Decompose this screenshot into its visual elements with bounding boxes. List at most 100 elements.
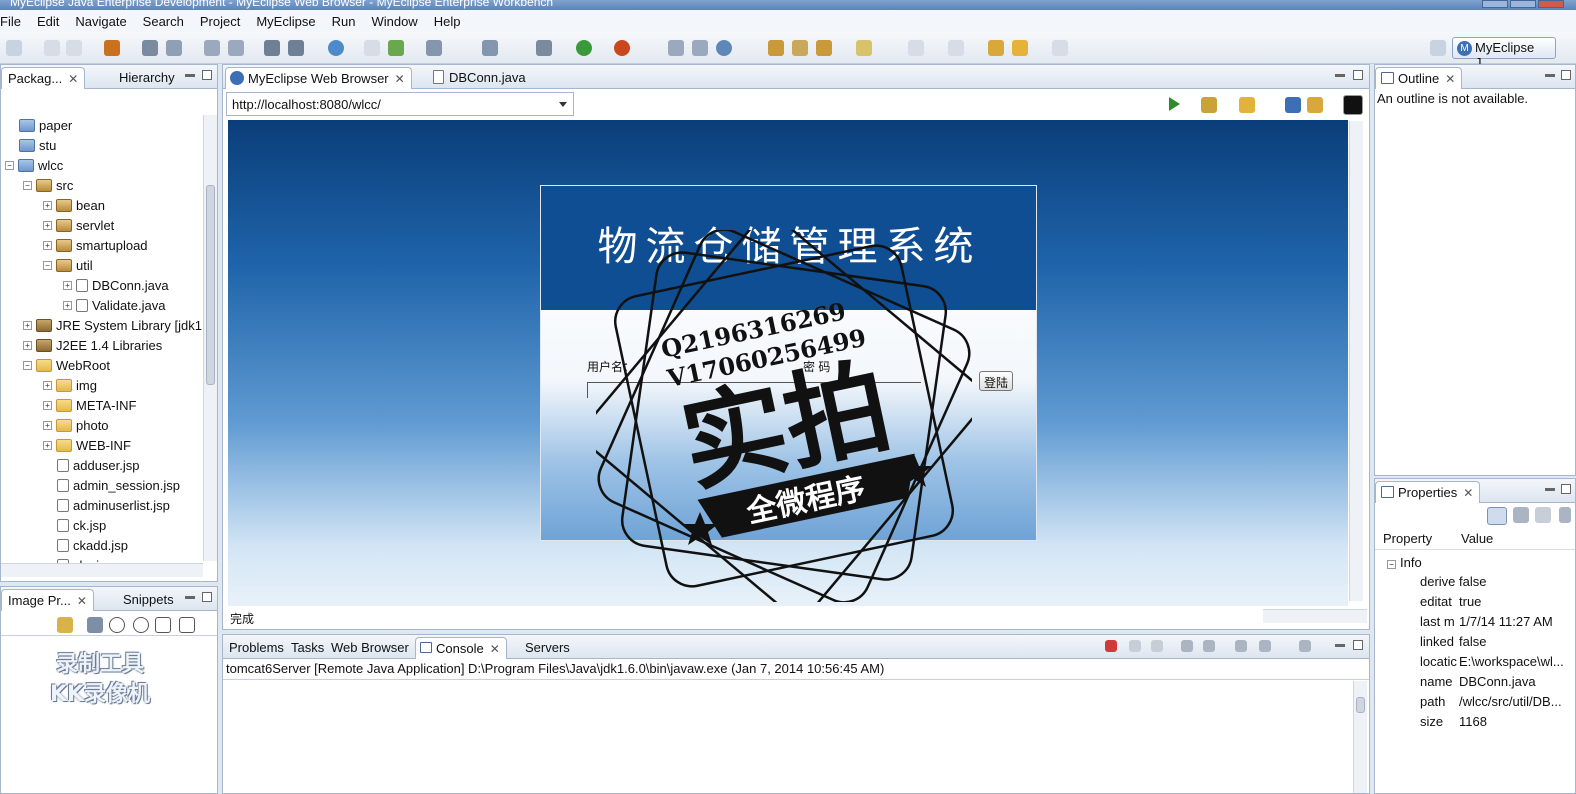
- tree-item-adduser[interactable]: adduser.jsp: [57, 455, 140, 475]
- tree-item-smartupload[interactable]: + smartupload: [43, 235, 148, 255]
- expand-icon[interactable]: +: [43, 440, 52, 450]
- menu-project[interactable]: Project: [192, 14, 248, 29]
- show-advanced-icon[interactable]: [1513, 507, 1529, 523]
- view-menu-icon[interactable]: [1559, 507, 1571, 523]
- close-icon[interactable]: ✕: [77, 594, 87, 608]
- expand-icon[interactable]: +: [23, 320, 32, 330]
- maximize-icon[interactable]: [202, 592, 212, 602]
- expand-icon[interactable]: +: [43, 400, 52, 410]
- tree-item-paper[interactable]: paper: [19, 115, 72, 135]
- tree-item-admin-session[interactable]: admin_session.jsp: [57, 475, 180, 495]
- tree-item-web-inf[interactable]: + WEB-INF: [43, 435, 131, 455]
- tree-item-ckadd[interactable]: ckadd.jsp: [57, 535, 128, 555]
- background-color-icon[interactable]: [1343, 95, 1363, 115]
- tab-web-browser[interactable]: MyEclipse Web Browser ✕: [225, 67, 412, 89]
- tab-problems[interactable]: Problems: [223, 637, 290, 659]
- expand-icon[interactable]: +: [43, 380, 52, 390]
- tree-item-util[interactable]: − util: [43, 255, 93, 275]
- hierarchy-icon[interactable]: [482, 40, 498, 56]
- property-row[interactable]: derive false: [1420, 574, 1566, 589]
- property-row[interactable]: linked false: [1420, 634, 1566, 649]
- refresh-icon[interactable]: [388, 40, 404, 56]
- property-row[interactable]: last m 1/7/14 11:27 AM: [1420, 614, 1566, 629]
- show-categories-icon[interactable]: [1487, 507, 1507, 525]
- expand-icon[interactable]: +: [43, 240, 52, 250]
- property-row[interactable]: path/wlcc/src/util/DB...: [1420, 694, 1566, 709]
- perspective-button[interactable]: M MyEclipse J...: [1452, 37, 1556, 70]
- external-tools-icon[interactable]: [614, 40, 630, 56]
- collapse-icon[interactable]: −: [5, 160, 14, 170]
- menu-window[interactable]: Window: [363, 14, 425, 29]
- maximize-icon[interactable]: [1353, 70, 1363, 80]
- minimize-icon[interactable]: [1545, 488, 1555, 491]
- annotation-icon[interactable]: [856, 40, 872, 56]
- browser-vertical-scrollbar[interactable]: [1349, 121, 1363, 601]
- actual-size-icon[interactable]: [155, 617, 171, 633]
- menu-myeclipse[interactable]: MyEclipse: [248, 14, 323, 29]
- close-icon[interactable]: ✕: [395, 72, 405, 86]
- collapse-icon[interactable]: −: [23, 180, 32, 190]
- debug-icon[interactable]: [536, 40, 552, 56]
- minimize-icon[interactable]: [1545, 74, 1555, 77]
- save-icon[interactable]: [44, 40, 60, 56]
- print-icon[interactable]: [66, 40, 82, 56]
- database-icon[interactable]: [426, 40, 442, 56]
- tree-item-dbconn[interactable]: + DBConn.java: [63, 275, 169, 295]
- server-config-icon[interactable]: [228, 40, 244, 56]
- refresh-icon[interactable]: [1307, 97, 1323, 113]
- tab-image-preview[interactable]: Image Pr... ✕: [1, 589, 94, 611]
- property-column-header[interactable]: Property: [1383, 531, 1432, 546]
- tree-item-photo[interactable]: + photo: [43, 415, 109, 435]
- minimize-icon[interactable]: [1335, 74, 1345, 77]
- browser-horizontal-scrollbar[interactable]: [1263, 609, 1367, 623]
- scroll-lock-icon[interactable]: [1203, 640, 1215, 652]
- property-row[interactable]: locatic E:\workspace\wl...: [1420, 654, 1566, 669]
- maximize-icon[interactable]: [202, 70, 212, 80]
- open-type-icon[interactable]: [716, 40, 732, 56]
- maximize-icon[interactable]: [1561, 484, 1571, 494]
- close-icon[interactable]: ✕: [490, 642, 500, 656]
- close-icon[interactable]: ✕: [68, 72, 78, 86]
- close-icon[interactable]: ✕: [1445, 72, 1455, 86]
- open-perspective-toolbar-icon[interactable]: [1430, 40, 1446, 56]
- tree-item-adminuserlist[interactable]: adminuserlist.jsp: [57, 495, 170, 515]
- open-console-icon[interactable]: [1299, 640, 1311, 652]
- scroll-thumb[interactable]: [1356, 697, 1365, 713]
- expand-icon[interactable]: +: [63, 300, 72, 310]
- run-icon[interactable]: [576, 40, 592, 56]
- tab-hierarchy[interactable]: Hierarchy: [113, 67, 181, 89]
- pen-icon[interactable]: [792, 40, 808, 56]
- collapse-icon[interactable]: −: [1387, 560, 1396, 569]
- property-row[interactable]: editat true: [1420, 594, 1566, 609]
- console-vertical-scrollbar[interactable]: [1353, 681, 1367, 793]
- chevron-down-icon[interactable]: [559, 102, 567, 107]
- info-group[interactable]: − Info: [1387, 555, 1422, 570]
- tab-outline[interactable]: Outline ✕: [1375, 67, 1463, 89]
- url-field[interactable]: http://localhost:8080/wlcc/: [226, 92, 574, 116]
- tab-console[interactable]: Console ✕: [415, 637, 507, 659]
- menu-search[interactable]: Search: [135, 14, 192, 29]
- settings-icon[interactable]: [1201, 97, 1217, 113]
- tree-item-stu[interactable]: stu: [19, 135, 56, 155]
- back-icon[interactable]: [1239, 97, 1255, 113]
- minimize-icon[interactable]: [185, 74, 195, 77]
- expand-icon[interactable]: +: [43, 420, 52, 430]
- tree-item-src[interactable]: − src: [23, 175, 73, 195]
- tab-package-explorer[interactable]: Packag... ✕: [1, 67, 86, 89]
- clear-console-icon[interactable]: [1181, 640, 1193, 652]
- tree-item-webroot[interactable]: − WebRoot: [23, 355, 110, 375]
- tree-item-servlet[interactable]: + servlet: [43, 215, 114, 235]
- scroll-thumb[interactable]: [206, 185, 215, 385]
- maximize-icon[interactable]: [1561, 70, 1571, 80]
- menu-edit[interactable]: Edit: [29, 14, 67, 29]
- back-icon[interactable]: [1012, 40, 1028, 56]
- tree-item-wlcc[interactable]: − wlcc: [5, 155, 63, 175]
- collapse-icon[interactable]: −: [23, 360, 32, 370]
- deploy-icon[interactable]: [166, 40, 182, 56]
- tab-properties[interactable]: Properties ✕: [1375, 481, 1481, 503]
- minimize-icon[interactable]: [1335, 644, 1345, 647]
- pin-icon[interactable]: [57, 617, 73, 633]
- last-edit-icon[interactable]: [988, 40, 1004, 56]
- stop-icon[interactable]: [1285, 97, 1301, 113]
- new-icon[interactable]: [6, 40, 22, 56]
